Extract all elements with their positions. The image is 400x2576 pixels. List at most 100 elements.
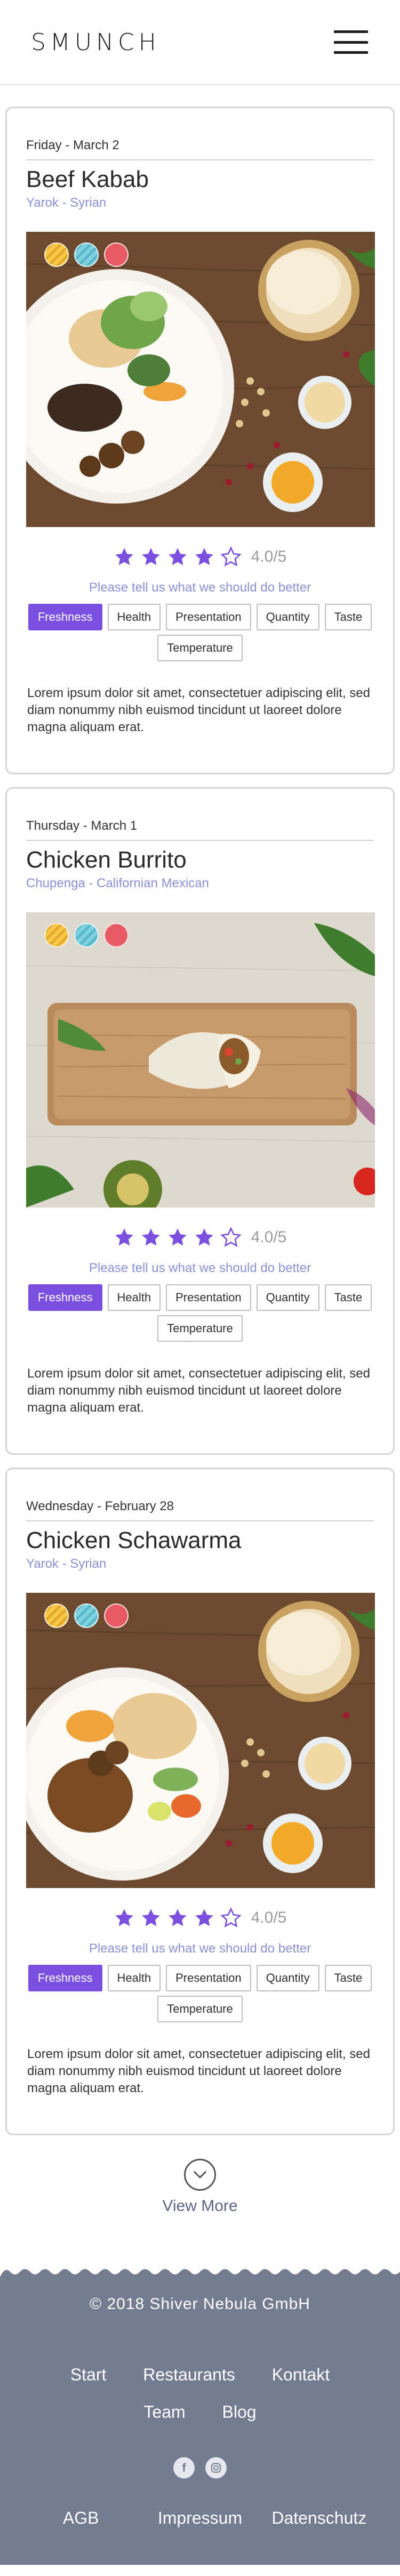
- instagram-icon[interactable]: [205, 2457, 227, 2478]
- tag-blue-icon[interactable]: [74, 242, 99, 268]
- star-filled-icon[interactable]: [140, 1227, 162, 1248]
- dietary-tags: [44, 242, 129, 268]
- star-outline-icon[interactable]: [220, 1907, 242, 1929]
- feedback-comment: Lorem ipsum dolor sit amet, consectetuer…: [27, 1366, 370, 1415]
- divider: [26, 1520, 374, 1521]
- brand-logo[interactable]: SMUNCH: [31, 29, 161, 56]
- chip-presentation[interactable]: Presentation: [166, 1965, 251, 1992]
- footer-link-start[interactable]: Start: [70, 2365, 107, 2384]
- footer-link-kontakt[interactable]: Kontakt: [272, 2365, 330, 2384]
- chevron-down-icon[interactable]: [184, 2159, 216, 2191]
- star-filled-icon[interactable]: [194, 1907, 215, 1929]
- rating-value: 4.0/5: [251, 1909, 287, 1927]
- legal-link-agb[interactable]: AGB: [28, 2508, 134, 2528]
- star-rating: 4.0/5: [26, 1907, 374, 1929]
- chip-temperature[interactable]: Temperature: [157, 635, 243, 662]
- feedback-prompt: Please tell us what we should do better: [89, 580, 311, 595]
- top-header: SMUNCH: [0, 0, 400, 85]
- star-filled-icon[interactable]: [114, 546, 135, 568]
- tag-red-icon[interactable]: [104, 242, 129, 268]
- star-filled-icon[interactable]: [114, 1907, 135, 1929]
- chip-quantity[interactable]: Quantity: [256, 1284, 319, 1311]
- meal-title: Chicken Burrito: [26, 847, 187, 873]
- chip-freshness[interactable]: Freshness: [28, 604, 102, 631]
- meal-date: Thursday - March 1: [26, 819, 138, 833]
- chip-taste[interactable]: Taste: [324, 1965, 372, 1992]
- meal-photo: [26, 1593, 375, 1889]
- meal-card: Wednesday - February 28 Chicken Schawarm…: [5, 1468, 395, 2135]
- star-filled-icon[interactable]: [140, 546, 162, 568]
- tag-red-icon[interactable]: [104, 1603, 129, 1629]
- chip-temperature[interactable]: Temperature: [157, 1996, 243, 2023]
- divider: [26, 159, 374, 160]
- chip-presentation[interactable]: Presentation: [166, 604, 251, 631]
- meal-title: Beef Kabab: [26, 166, 149, 192]
- meal-card: Thursday - March 1 Chicken Burrito Chupe…: [5, 787, 395, 1455]
- chip-temperature[interactable]: Temperature: [157, 1315, 243, 1342]
- feedback-prompt: Please tell us what we should do better: [89, 1941, 311, 1956]
- legal-link-datenschutz[interactable]: Datenschutz: [266, 2508, 372, 2528]
- star-rating: 4.0/5: [26, 546, 374, 568]
- chip-taste[interactable]: Taste: [324, 1284, 372, 1311]
- footer-link-restaurants[interactable]: Restaurants: [143, 2365, 235, 2384]
- tag-yellow-icon[interactable]: [44, 923, 69, 948]
- star-outline-icon[interactable]: [220, 1227, 242, 1248]
- star-filled-icon[interactable]: [194, 546, 215, 568]
- chip-quantity[interactable]: Quantity: [256, 604, 319, 631]
- chip-health[interactable]: Health: [107, 604, 161, 631]
- chip-health[interactable]: Health: [107, 1965, 161, 1992]
- chip-taste[interactable]: Taste: [324, 604, 372, 631]
- view-more-button[interactable]: View More: [5, 2159, 395, 2215]
- star-filled-icon[interactable]: [167, 1907, 188, 1929]
- legal-link-impressum[interactable]: Impressum: [147, 2508, 253, 2528]
- meal-date: Friday - March 2: [26, 138, 119, 152]
- meal-title: Chicken Schawarma: [26, 1527, 242, 1553]
- dietary-tags: [44, 1603, 129, 1629]
- rating-value: 4.0/5: [251, 1228, 287, 1246]
- restaurant-name: Chupenga - Californian Mexican: [26, 876, 209, 891]
- meal-date: Wednesday - February 28: [26, 1499, 174, 1513]
- meal-feed: Friday - March 2 Beef Kabab Yarok - Syri…: [0, 85, 400, 2215]
- view-more-label[interactable]: View More: [162, 2197, 237, 2215]
- rating-value: 4.0/5: [251, 548, 287, 566]
- star-filled-icon[interactable]: [194, 1227, 215, 1248]
- legal-links: AGB Impressum Datenschutz: [0, 2508, 400, 2528]
- social-links: f: [0, 2457, 400, 2478]
- feedback-comment: Lorem ipsum dolor sit amet, consectetuer…: [27, 686, 370, 735]
- feedback-chips: Freshness Health Presentation Quantity T…: [26, 604, 374, 662]
- star-rating: 4.0/5: [26, 1227, 374, 1248]
- star-outline-icon[interactable]: [220, 546, 242, 568]
- meal-photo: [26, 912, 375, 1208]
- facebook-icon[interactable]: f: [173, 2457, 195, 2478]
- tag-yellow-icon[interactable]: [44, 242, 69, 268]
- tag-red-icon[interactable]: [104, 923, 129, 948]
- footer-wave: [0, 2269, 400, 2277]
- footer-nav: Start Restaurants Kontakt Team Blog: [0, 2356, 400, 2431]
- tag-yellow-icon[interactable]: [44, 1603, 69, 1629]
- footer-link-blog[interactable]: Blog: [222, 2402, 257, 2421]
- feedback-chips: Freshness Health Presentation Quantity T…: [26, 1284, 374, 1342]
- copyright: © 2018 Shiver Nebula GmbH: [90, 2295, 310, 2313]
- divider: [26, 840, 374, 841]
- footer-link-team[interactable]: Team: [143, 2402, 185, 2421]
- chip-freshness[interactable]: Freshness: [28, 1284, 102, 1311]
- star-filled-icon[interactable]: [114, 1227, 135, 1248]
- star-filled-icon[interactable]: [167, 546, 188, 568]
- chip-health[interactable]: Health: [107, 1284, 161, 1311]
- chip-freshness[interactable]: Freshness: [28, 1965, 102, 1992]
- chip-presentation[interactable]: Presentation: [166, 1284, 251, 1311]
- feedback-chips: Freshness Health Presentation Quantity T…: [26, 1965, 374, 2023]
- meal-photo: [26, 232, 375, 528]
- feedback-prompt: Please tell us what we should do better: [89, 1261, 311, 1276]
- feedback-comment: Lorem ipsum dolor sit amet, consectetuer…: [27, 2047, 370, 2096]
- meal-card: Friday - March 2 Beef Kabab Yarok - Syri…: [5, 107, 395, 774]
- star-filled-icon[interactable]: [167, 1227, 188, 1248]
- restaurant-name: Yarok - Syrian: [26, 1557, 107, 1571]
- tag-blue-icon[interactable]: [74, 923, 99, 948]
- site-footer: © 2018 Shiver Nebula GmbH Start Restaura…: [0, 2277, 400, 2565]
- tag-blue-icon[interactable]: [74, 1603, 99, 1629]
- chip-quantity[interactable]: Quantity: [256, 1965, 319, 1992]
- dietary-tags: [44, 923, 129, 948]
- hamburger-menu-icon[interactable]: [334, 30, 368, 54]
- star-filled-icon[interactable]: [140, 1907, 162, 1929]
